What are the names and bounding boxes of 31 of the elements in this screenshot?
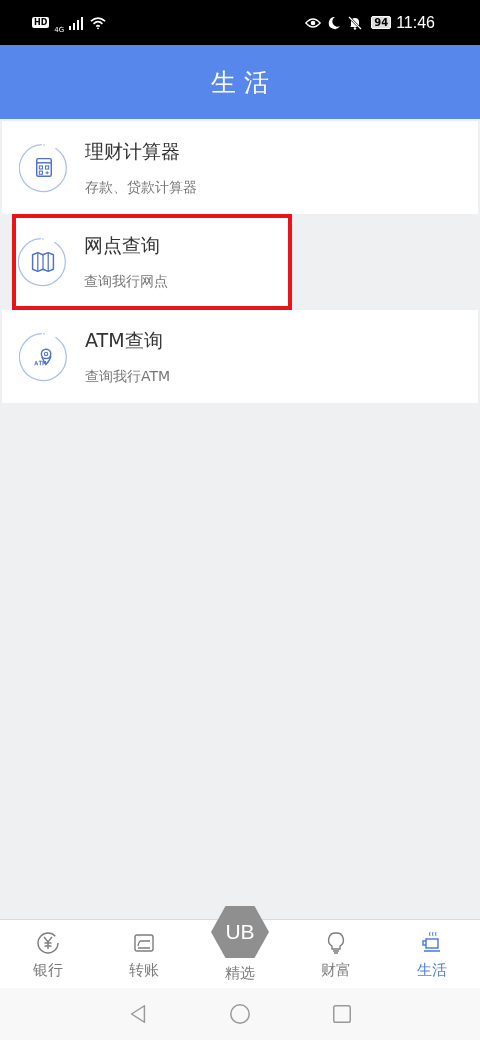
- card-icon: [132, 931, 156, 955]
- moon-icon: [326, 15, 343, 30]
- location-pin-icon: [19, 331, 69, 382]
- home-icon[interactable]: [229, 1003, 251, 1025]
- wifi-icon: [90, 15, 107, 30]
- hd-indicator: HD: [32, 17, 50, 28]
- battery-icon: 94: [371, 16, 392, 29]
- recents-icon[interactable]: [331, 1003, 353, 1025]
- item-title: ATM查询: [85, 327, 164, 353]
- item-subtitle: 查询我行网点: [84, 273, 168, 291]
- item-title: 理财计算器: [85, 138, 181, 164]
- yen-coin-icon: [36, 931, 60, 955]
- item-subtitle: 查询我行ATM: [85, 367, 171, 386]
- signal-icon: [69, 15, 86, 30]
- eye-icon: [305, 15, 322, 30]
- tab-button[interactable]: 银行: [0, 920, 96, 988]
- item-title: 网点查询: [84, 233, 161, 258]
- item-subtitle: 存款、贷款计算器: [85, 178, 197, 197]
- list-item[interactable]: 理财计算器 存款、贷款计算器: [2, 121, 478, 214]
- tab-button[interactable]: UB 精选: [192, 894, 288, 988]
- tab-button[interactable]: 转账: [96, 920, 192, 988]
- muted-bell-icon: [347, 15, 364, 30]
- tab-button[interactable]: 生活: [384, 920, 480, 988]
- list-item[interactable]: ATM查询 查询我行ATM: [2, 310, 478, 403]
- page-title: 生 活: [211, 66, 269, 99]
- clock-time: 11:46: [396, 13, 435, 32]
- list-item[interactable]: 网点查询 查询我行网点: [12, 214, 292, 310]
- tab-button[interactable]: 财富: [288, 920, 384, 988]
- logo-badge: UB: [211, 906, 269, 958]
- map-icon: [18, 237, 68, 287]
- calculator-icon: [19, 142, 69, 193]
